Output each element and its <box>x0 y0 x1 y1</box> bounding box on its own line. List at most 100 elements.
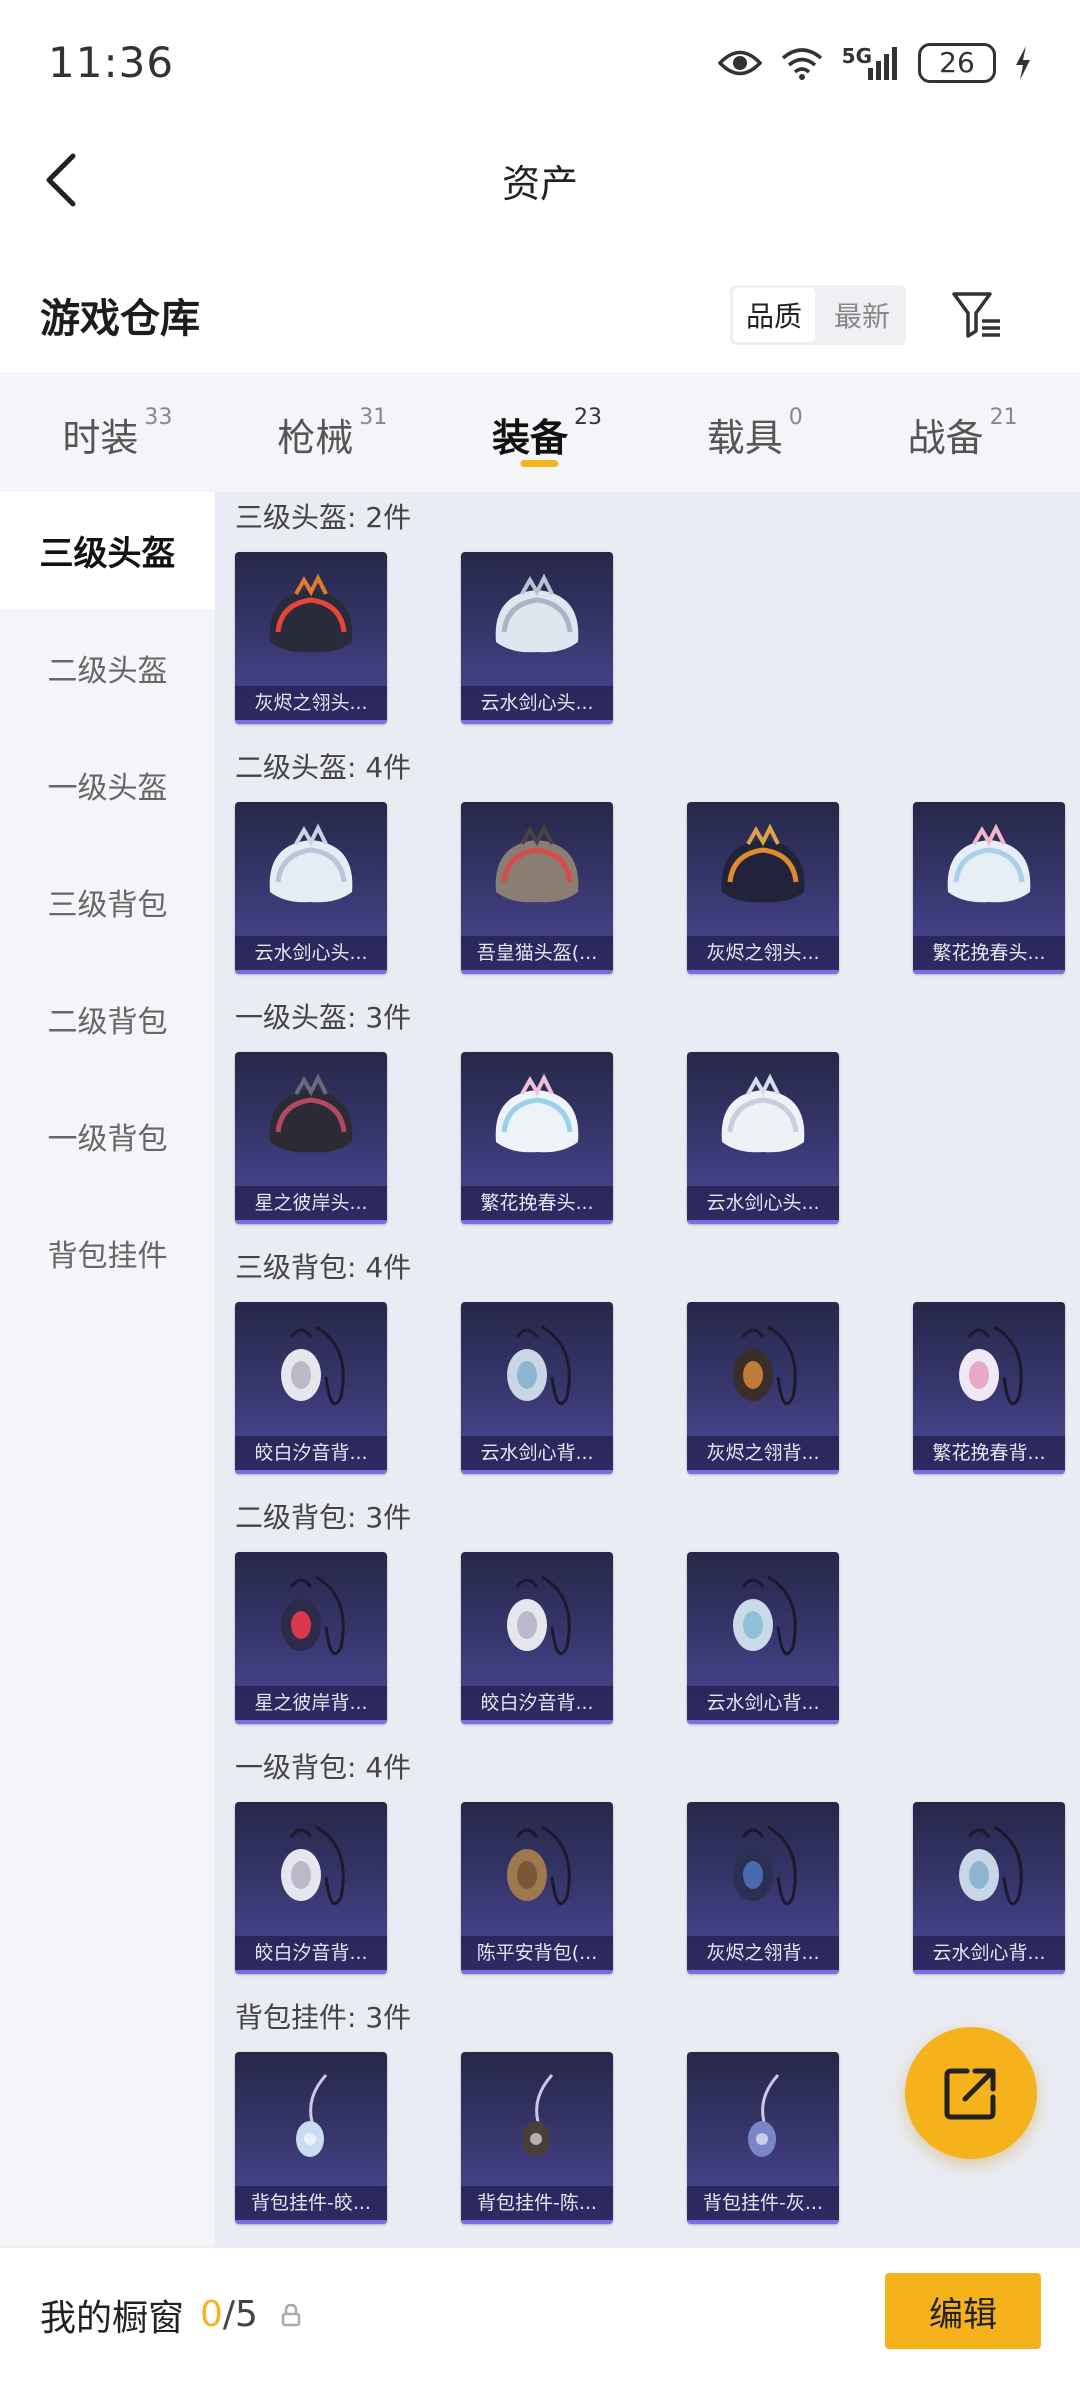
section-title: 二级背包: 3件 <box>235 1501 412 1534</box>
items-row: 皎白汐音背... 云水剑心背... 灰烬之翎背... 繁花挽春背... <box>235 1292 1080 1492</box>
item-image <box>461 1052 613 1192</box>
item-image <box>235 1552 387 1692</box>
item-card[interactable]: 星之彼岸背... <box>235 1552 387 1724</box>
title-bar: 资产 <box>0 125 1080 235</box>
tab-equipment[interactable]: 装备 23 <box>492 397 602 467</box>
showcase-label: 我的橱窗 <box>40 2297 185 2339</box>
back-button[interactable] <box>30 145 90 215</box>
items-row: 星之彼岸头... 繁花挽春头... 云水剑心头... <box>235 1042 1080 1242</box>
tab-fashion[interactable]: 时装 33 <box>62 397 172 467</box>
tab-vehicles[interactable]: 载具 0 <box>707 397 803 467</box>
filter-button[interactable] <box>945 283 1009 347</box>
section-title: 二级头盔: 4件 <box>235 751 412 784</box>
item-label: 皎白汐音背... <box>461 1686 613 1720</box>
item-section: 三级背包: 4件 皎白汐音背... 云水剑心背... 灰烬之翎背... 繁花挽春背... <box>215 1242 1080 1492</box>
item-label: 云水剑心背... <box>687 1686 839 1720</box>
tab-count: 21 <box>989 405 1018 430</box>
item-card[interactable]: 星之彼岸头... <box>235 1052 387 1224</box>
tab-label: 战备 <box>907 416 984 460</box>
item-image <box>687 2052 839 2192</box>
battery-icon: 26 <box>918 42 996 83</box>
sidebar-item-level3-helmet[interactable]: 三级头盔 <box>0 492 215 609</box>
chevron-left-icon <box>46 153 76 207</box>
item-image <box>461 1552 613 1692</box>
showcase-count-current: 0 <box>200 2294 223 2335</box>
item-image <box>461 1302 613 1442</box>
category-tabs: 时装 33 枪械 31 装备 23 载具 0 战备 21 <box>0 372 1080 492</box>
item-label: 皎白汐音背... <box>235 1436 387 1470</box>
sidebar-item-level3-backpack[interactable]: 三级背包 <box>0 843 215 960</box>
sidebar-item-level2-backpack[interactable]: 二级背包 <box>0 960 215 1077</box>
item-card[interactable]: 皎白汐音背... <box>235 1302 387 1474</box>
item-image <box>461 2052 613 2192</box>
filter-icon <box>952 292 1000 338</box>
warehouse-header: 游戏仓库 品质 最新 <box>0 265 1080 365</box>
showcase-count-total: /5 <box>222 2294 258 2335</box>
tab-label: 载具 <box>706 416 783 460</box>
item-card[interactable]: 繁花挽春头... <box>461 1052 613 1224</box>
item-card[interactable]: 灰烬之翎背... <box>687 1802 839 1974</box>
item-label: 陈平安背包(... <box>461 1936 613 1970</box>
item-card[interactable]: 繁花挽春背... <box>913 1302 1065 1474</box>
item-card[interactable]: 云水剑心头... <box>461 552 613 724</box>
status-icons: 5G 26 <box>717 42 1032 83</box>
item-card[interactable]: 陈平安背包(... <box>461 1802 613 1974</box>
tab-label: 枪械 <box>277 416 354 460</box>
item-card[interactable]: 云水剑心背... <box>687 1552 839 1724</box>
item-image <box>235 1802 387 1942</box>
sidebar-item-level1-backpack[interactable]: 一级背包 <box>0 1077 215 1194</box>
item-card[interactable]: 皎白汐音背... <box>461 1552 613 1724</box>
showcase-count: 0/5 <box>200 2294 258 2335</box>
item-card[interactable]: 云水剑心背... <box>913 1802 1065 1974</box>
item-image <box>913 802 1065 942</box>
item-card[interactable]: 吾皇猫头盔(... <box>461 802 613 974</box>
item-image <box>913 1302 1065 1442</box>
wifi-icon <box>780 46 824 80</box>
item-label: 星之彼岸头... <box>235 1186 387 1220</box>
item-card[interactable]: 皎白汐音背... <box>235 1802 387 1974</box>
item-card[interactable]: 灰烬之翎头... <box>235 552 387 724</box>
status-time: 11:36 <box>48 38 175 87</box>
item-card[interactable]: 灰烬之翎背... <box>687 1302 839 1474</box>
item-card[interactable]: 云水剑心头... <box>687 1052 839 1224</box>
item-card[interactable]: 背包挂件-陈... <box>461 2052 613 2224</box>
item-card[interactable]: 灰烬之翎头... <box>687 802 839 974</box>
item-label: 背包挂件-灰... <box>687 2186 839 2220</box>
section-title: 一级头盔: 3件 <box>235 1001 412 1034</box>
item-card[interactable]: 背包挂件-皎... <box>235 2052 387 2224</box>
items-row: 云水剑心头... 吾皇猫头盔(... 灰烬之翎头... 繁花挽春头... <box>235 792 1080 992</box>
item-label: 灰烬之翎背... <box>687 1436 839 1470</box>
item-image <box>235 802 387 942</box>
sidebar-item-level2-helmet[interactable]: 二级头盔 <box>0 609 215 726</box>
item-image <box>687 1302 839 1442</box>
tab-guns[interactable]: 枪械 31 <box>277 397 387 467</box>
item-label: 灰烬之翎头... <box>687 936 839 970</box>
item-card[interactable]: 背包挂件-灰... <box>687 2052 839 2224</box>
sidebar-item-backpack-pendant[interactable]: 背包挂件 <box>0 1194 215 1311</box>
edit-button[interactable]: 编辑 <box>885 2273 1041 2349</box>
item-label: 云水剑心背... <box>461 1436 613 1470</box>
item-label: 云水剑心背... <box>913 1936 1065 1970</box>
sort-option-latest[interactable]: 最新 <box>818 285 906 345</box>
sidebar-item-level1-helmet[interactable]: 一级头盔 <box>0 726 215 843</box>
charging-icon <box>1014 45 1032 80</box>
item-card[interactable]: 繁花挽春头... <box>913 802 1065 974</box>
tab-label: 装备 <box>491 416 568 460</box>
items-row: 皎白汐音背... 陈平安背包(... 灰烬之翎背... 云水剑心背... <box>235 1792 1080 1992</box>
item-image <box>461 552 613 692</box>
item-image <box>461 1802 613 1942</box>
tab-count: 0 <box>788 405 803 430</box>
item-label: 星之彼岸背... <box>235 1686 387 1720</box>
tab-supplies[interactable]: 战备 21 <box>908 397 1018 467</box>
item-card[interactable]: 云水剑心背... <box>461 1302 613 1474</box>
item-section: 三级头盔: 2件 灰烬之翎头... 云水剑心头... <box>215 492 1080 742</box>
item-image <box>913 1802 1065 1942</box>
share-button[interactable] <box>905 2027 1037 2159</box>
item-section: 二级背包: 3件 星之彼岸背... 皎白汐音背... 云水剑心背... <box>215 1492 1080 1742</box>
item-card[interactable]: 云水剑心头... <box>235 802 387 974</box>
item-image <box>235 1302 387 1442</box>
sort-option-quality[interactable]: 品质 <box>733 288 815 342</box>
item-label: 云水剑心头... <box>687 1186 839 1220</box>
item-label: 云水剑心头... <box>461 686 613 720</box>
item-label: 云水剑心头... <box>235 936 387 970</box>
